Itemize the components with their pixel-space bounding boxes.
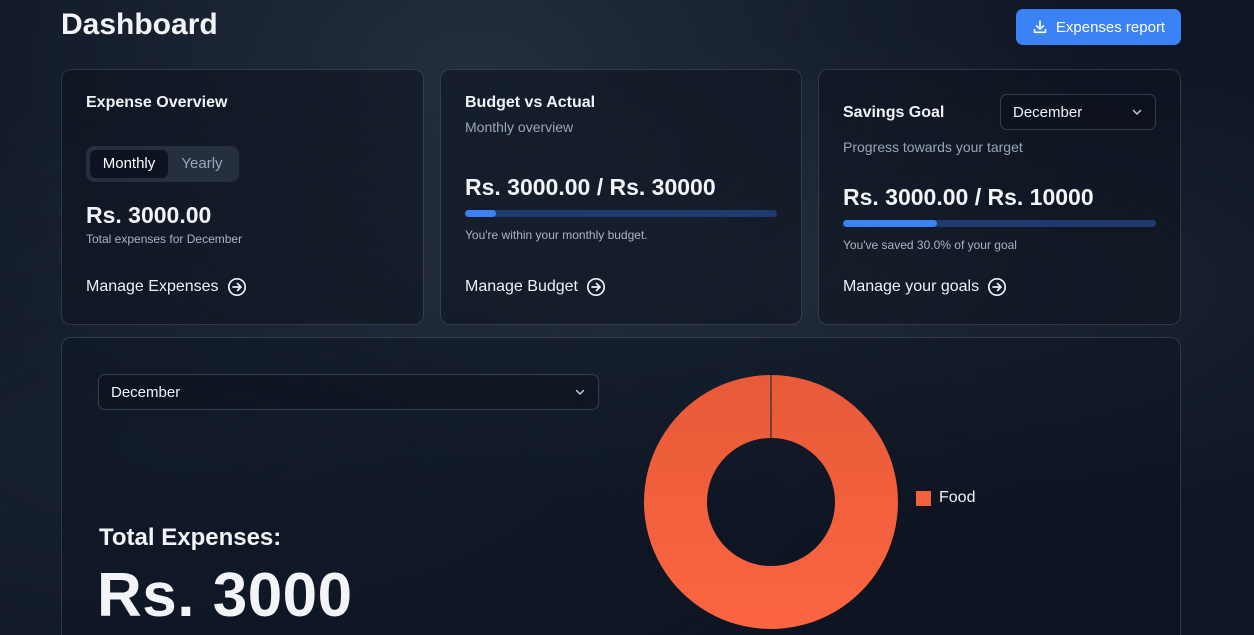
manage-budget-label: Manage Budget bbox=[465, 278, 578, 295]
expenses-donut-chart bbox=[643, 375, 898, 629]
budget-amount: Rs. 3000.00 / Rs. 30000 bbox=[465, 174, 716, 200]
chart-month-select[interactable]: December bbox=[98, 374, 599, 410]
savings-card: Savings Goal December Progress towards y… bbox=[818, 69, 1181, 325]
expenses-report-button[interactable]: Expenses report bbox=[1016, 9, 1181, 45]
manage-budget-link[interactable]: Manage Budget bbox=[465, 277, 606, 297]
period-toggle: Monthly Yearly bbox=[86, 146, 239, 182]
budget-subtitle: Monthly overview bbox=[465, 119, 574, 135]
savings-amount: Rs. 3000.00 / Rs. 10000 bbox=[843, 184, 1094, 210]
savings-month-value: December bbox=[1013, 103, 1083, 121]
manage-goals-label: Manage your goals bbox=[843, 278, 980, 295]
arrow-circle-right-icon bbox=[988, 277, 1007, 297]
budget-progress-bar bbox=[465, 210, 777, 217]
chart-month-value: December bbox=[111, 383, 181, 401]
arrow-circle-right-icon bbox=[227, 277, 246, 297]
arrow-circle-right-icon bbox=[586, 277, 606, 297]
budget-progress-fill bbox=[465, 210, 497, 217]
total-expenses-label: Total Expenses: bbox=[99, 524, 282, 551]
budget-note: You're within your monthly budget. bbox=[465, 228, 648, 242]
total-expenses-value: Rs. 3000 bbox=[97, 561, 353, 630]
savings-note: You've saved 30.0% of your goal bbox=[843, 238, 1017, 252]
expense-amount: Rs. 3000.00 bbox=[86, 202, 212, 228]
chevron-down-icon bbox=[1132, 109, 1142, 115]
savings-title: Savings Goal bbox=[843, 104, 945, 121]
expenses-chart-panel: December Total Expenses: Rs. 3000 Food bbox=[61, 337, 1181, 635]
expense-overview-title: Expense Overview bbox=[86, 94, 228, 111]
manage-expenses-label: Manage Expenses bbox=[86, 278, 219, 295]
expense-note: Total expenses for December bbox=[86, 232, 243, 246]
expense-overview-card: Expense Overview Monthly Yearly Rs. 3000… bbox=[61, 69, 424, 325]
toggle-yearly[interactable]: Yearly bbox=[170, 150, 234, 178]
budget-card: Budget vs Actual Monthly overview Rs. 30… bbox=[440, 69, 802, 325]
manage-goals-link[interactable]: Manage your goals bbox=[843, 277, 1007, 297]
legend-swatch-food bbox=[916, 490, 931, 506]
expenses-report-label: Expenses report bbox=[1055, 18, 1166, 36]
download-icon bbox=[1033, 20, 1047, 34]
savings-subtitle: Progress towards your target bbox=[843, 139, 1023, 155]
toggle-monthly[interactable]: Monthly bbox=[90, 150, 168, 178]
budget-title: Budget vs Actual bbox=[465, 94, 596, 111]
manage-expenses-link[interactable]: Manage Expenses bbox=[86, 277, 247, 297]
chart-legend: Food bbox=[916, 489, 975, 507]
savings-month-select[interactable]: December bbox=[1000, 94, 1156, 130]
savings-progress-bar bbox=[843, 220, 1156, 227]
legend-label-food: Food bbox=[939, 489, 976, 506]
chevron-down-icon bbox=[575, 389, 585, 395]
page-title: Dashboard bbox=[61, 8, 218, 41]
savings-progress-fill bbox=[843, 220, 937, 227]
